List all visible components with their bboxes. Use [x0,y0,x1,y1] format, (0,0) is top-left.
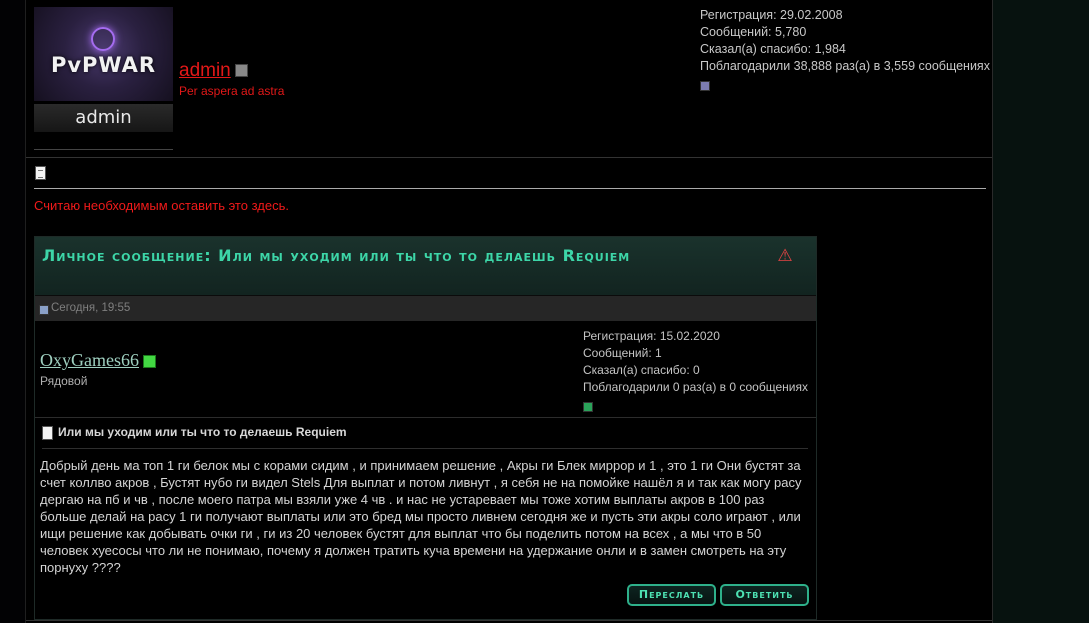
reputation-icon [583,402,593,412]
pm-user-stats: Регистрация: 15.02.2020 Сообщений: 1 Ска… [583,328,808,417]
quoted-private-message: Личное сообщение: Или мы уходим или ты ч… [34,236,817,620]
avatar-name-banner: admin [34,104,173,132]
stat-messages: Сообщений: 5,780 [700,25,807,39]
poster-name-link[interactable]: admin [179,60,248,82]
reputation-icon [700,81,710,91]
stat-registration: Регистрация: 29.02.2008 [700,8,843,22]
pm-date-bar: Сегодня, 19:55 [35,296,816,322]
pm-user-rank: Рядовой [40,374,88,388]
pm-title: Личное сообщение: Или мы уходим или ты ч… [42,246,631,265]
forward-button[interactable]: Переслать [627,584,716,606]
pm-header: Личное сообщение: Или мы уходим или ты ч… [35,237,816,296]
post-container: PvPWAR admin admin Per aspera ad astra Р… [25,0,993,623]
poster-user-title: Per aspera ad astra [179,84,285,98]
post-document-icon [35,166,46,180]
divider [26,620,992,621]
divider [26,157,992,158]
post-text: Считаю необходимым оставить это здесь. [34,198,289,213]
poster-name[interactable]: admin [179,60,231,81]
triangle-emblem-icon [91,27,115,51]
stat-thanks-received: Поблагодарили 38,888 раз(а) в 3,559 сооб… [700,59,990,73]
divider [34,149,173,150]
divider [42,448,808,449]
pm-date: Сегодня, 19:55 [51,302,131,314]
stat-messages: Сообщений: 1 [583,346,662,360]
stat-thanks-given: Сказал(а) спасибо: 0 [583,363,700,377]
pm-username-link[interactable]: OxyGames66 [40,350,156,371]
pm-subject-text: Или мы уходим или ты что то делаешь Requ… [58,425,347,439]
divider [35,417,816,418]
right-gutter [992,0,1089,623]
pm-username[interactable]: OxyGames66 [40,350,139,370]
poster-stats: Регистрация: 29.02.2008 Сообщений: 5,780… [700,7,990,96]
stat-thanks-given: Сказал(а) спасибо: 1,984 [700,42,846,56]
stat-thanks-received: Поблагодарили 0 раз(а) в 0 сообщениях [583,380,808,394]
divider [34,188,986,189]
avatar[interactable]: PvPWAR [34,7,173,101]
document-icon [42,425,53,440]
pm-body: Добрый день ма топ 1 ги белок мы с корам… [40,458,802,575]
reply-button[interactable]: Ответить [720,584,809,606]
post-status-icon [39,305,49,315]
pm-subject: Или мы уходим или ты что то делаешь Requ… [42,425,347,440]
offline-status-icon [234,64,248,78]
online-status-icon [142,355,156,369]
avatar-logo: PvPWAR [50,53,157,77]
stat-registration: Регистрация: 15.02.2020 [583,329,720,343]
report-warning-icon[interactable]: ⚠ [776,247,794,265]
